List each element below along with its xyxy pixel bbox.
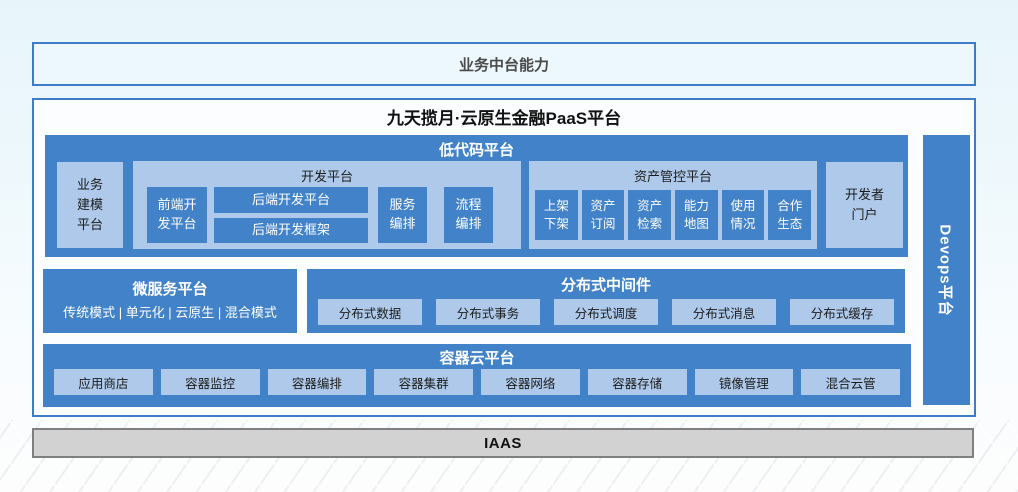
business-middle-platform-banner: 业务中台能力: [32, 42, 976, 86]
container-item-network: 容器网络: [481, 369, 580, 395]
distributed-middleware-section: 分布式中间件 分布式数据 分布式事务 分布式调度 分布式消息 分布式缓存: [307, 269, 905, 333]
asset-items-row: 上架 下架 资产 订阅 资产 检索 能力 地图 使用 情况 合作 生态: [535, 190, 811, 240]
container-item-orchestration: 容器编排: [268, 369, 367, 395]
container-item-app-store: 应用商店: [54, 369, 153, 395]
asset-item-ecosystem: 合作 生态: [768, 190, 811, 240]
asset-item-search: 资产 检索: [628, 190, 671, 240]
dev-platform-title: 开发平台: [133, 166, 521, 185]
container-items-row: 应用商店 容器监控 容器编排 容器集群 容器网络 容器存储 镜像管理 混合云管: [54, 369, 900, 395]
backend-dev-platform-box: 后端开发平台: [214, 187, 368, 213]
middleware-item-cache: 分布式缓存: [790, 299, 894, 325]
middleware-items-row: 分布式数据 分布式事务 分布式调度 分布式消息 分布式缓存: [318, 299, 894, 325]
developer-portal-box: 开发者 门户: [826, 162, 903, 248]
business-modeling-platform-box: 业务 建模 平台: [57, 162, 123, 248]
banner-label: 业务中台能力: [459, 54, 549, 75]
middleware-item-scheduling: 分布式调度: [554, 299, 658, 325]
container-cloud-title: 容器云平台: [43, 347, 911, 368]
process-orchestration-box: 流程 编排: [444, 187, 493, 243]
middleware-item-data: 分布式数据: [318, 299, 422, 325]
middleware-item-transaction: 分布式事务: [436, 299, 540, 325]
container-item-storage: 容器存储: [588, 369, 687, 395]
middleware-item-message: 分布式消息: [672, 299, 776, 325]
microservice-platform-section: 微服务平台 传统模式 | 单元化 | 云原生 | 混合模式: [43, 269, 297, 333]
middleware-title: 分布式中间件: [307, 274, 905, 295]
paas-architecture-diagram: 业务中台能力 九天揽月·云原生金融PaaS平台 低代码平台 业务 建模 平台 开…: [0, 0, 1018, 492]
microservice-modes: 传统模式 | 单元化 | 云原生 | 混合模式: [43, 302, 297, 321]
asset-item-listing: 上架 下架: [535, 190, 578, 240]
asset-item-subscription: 资产 订阅: [582, 190, 625, 240]
container-item-image-mgmt: 镜像管理: [695, 369, 794, 395]
iaas-label: IAAS: [484, 435, 522, 452]
devops-platform-bar: Devops平台: [923, 135, 970, 405]
asset-platform-title: 资产管控平台: [529, 166, 817, 185]
frontend-dev-platform-box: 前端开 发平台: [147, 187, 207, 243]
service-orchestration-box: 服务 编排: [378, 187, 427, 243]
container-item-monitoring: 容器监控: [161, 369, 260, 395]
container-cloud-section: 容器云平台 应用商店 容器监控 容器编排 容器集群 容器网络 容器存储 镜像管理…: [43, 344, 911, 407]
devops-label: Devops平台: [936, 224, 957, 316]
container-item-cluster: 容器集群: [374, 369, 473, 395]
container-item-hybrid-cloud: 混合云管: [801, 369, 900, 395]
asset-item-capability-map: 能力 地图: [675, 190, 718, 240]
development-platform-panel: 开发平台 前端开 发平台 后端开发平台 后端开发框架 服务 编排 流程 编排: [133, 161, 521, 249]
microservice-title: 微服务平台: [43, 278, 297, 299]
asset-control-platform-panel: 资产管控平台 上架 下架 资产 订阅 资产 检索 能力 地图 使用 情况 合作 …: [529, 161, 817, 249]
iaas-layer-bar: IAAS: [32, 428, 974, 458]
paas-platform-frame: 九天揽月·云原生金融PaaS平台 低代码平台 业务 建模 平台 开发平台 前端开…: [32, 98, 976, 417]
platform-title: 九天揽月·云原生金融PaaS平台: [34, 104, 974, 129]
backend-dev-framework-box: 后端开发框架: [214, 218, 368, 243]
lowcode-title: 低代码平台: [45, 139, 908, 160]
asset-item-usage: 使用 情况: [722, 190, 765, 240]
lowcode-platform-section: 低代码平台 业务 建模 平台 开发平台 前端开 发平台 后端开发平台 后端开发框…: [45, 135, 908, 257]
